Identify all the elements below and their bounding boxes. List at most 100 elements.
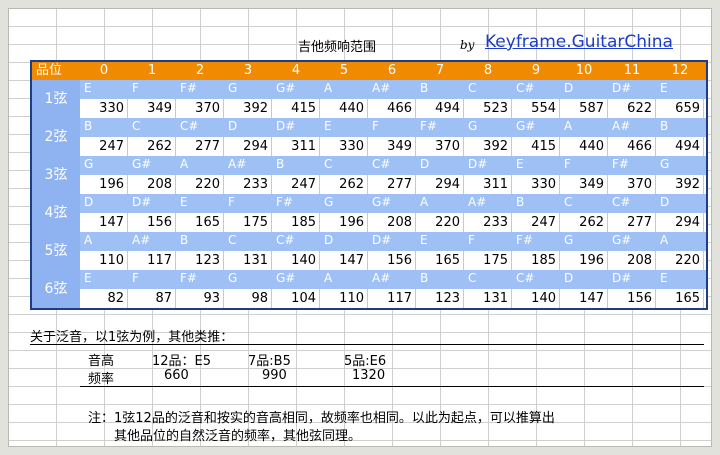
note-cell: D# xyxy=(612,81,632,95)
note-cell: D xyxy=(228,119,238,133)
freq-cell: 147 xyxy=(99,215,124,230)
spreadsheet-sheet: 吉他频响范围 by Keyframe.GuitarChina 品位 0 1 2 3 4 5 6… xyxy=(0,0,720,455)
note-cell: G xyxy=(84,157,94,171)
freq-cell: 165 xyxy=(195,215,220,230)
freq-cell: 110 xyxy=(339,291,364,306)
cell-divider xyxy=(703,99,704,118)
note-cell: A# xyxy=(372,81,391,95)
note-cell: A xyxy=(420,195,429,209)
note-cell: G# xyxy=(132,157,152,171)
note-cell: C# xyxy=(372,157,391,171)
freq-cell: 220 xyxy=(675,253,700,268)
string-row-6: 6弦 E F F# G G# A A# B C C# D D# E 82 87 93 98 104 110 117 123… xyxy=(32,270,706,308)
freq-cell: 208 xyxy=(627,253,652,268)
note-cell: G xyxy=(228,271,238,285)
freq-cell: 233 xyxy=(483,215,508,230)
freq-cell: 440 xyxy=(579,139,604,154)
freq-cell: 233 xyxy=(243,177,268,192)
note-cell: A# xyxy=(372,271,391,285)
note-cell: B xyxy=(84,119,93,133)
note-cell: C# xyxy=(516,271,535,285)
note-band: B C C# D D# E F F# G G# A A# B xyxy=(80,118,706,137)
freq-cell: 262 xyxy=(339,177,364,192)
freq-cell: 140 xyxy=(531,291,556,306)
freq-cell: 277 xyxy=(387,177,412,192)
fret-header-8: 8 xyxy=(483,63,493,78)
string-label: 5弦 xyxy=(32,232,80,270)
freq-cell: 277 xyxy=(627,215,652,230)
note-cell: A# xyxy=(132,233,151,247)
note-cell: F# xyxy=(516,233,533,247)
note-cell: A xyxy=(84,233,93,247)
freq-cell: 330 xyxy=(99,101,124,116)
freq-7: 990 xyxy=(262,368,287,383)
note-cell: C# xyxy=(180,119,199,133)
source-link[interactable]: Keyframe.GuitarChina xyxy=(485,32,673,52)
string-row-1: 1弦 E F F# G G# A A# B C C# D D# E 330 349 370 392 415 440 46… xyxy=(32,80,706,118)
note-cell: G xyxy=(324,195,334,209)
note-cell: F xyxy=(468,233,475,247)
freq-cell: 330 xyxy=(531,177,556,192)
by-text: by xyxy=(460,38,475,52)
note-cell: B xyxy=(180,233,189,247)
freq-5: 1320 xyxy=(352,368,386,383)
freq-cell: 147 xyxy=(339,253,364,268)
freq-cell: 175 xyxy=(243,215,268,230)
freq-cell: 392 xyxy=(483,139,508,154)
harmonic-intro: 关于泛音，以1弦为例，其他类推： xyxy=(30,330,234,345)
freq-cell: 554 xyxy=(531,101,556,116)
pitch-12: 12品：E5 xyxy=(152,354,212,369)
freq-cell: 523 xyxy=(483,101,508,116)
freq-cell: 370 xyxy=(627,177,652,192)
note-cell: E xyxy=(84,271,92,285)
note-cell: B xyxy=(420,271,429,285)
fret-header-7: 7 xyxy=(435,63,445,78)
note-cell: E xyxy=(516,157,524,171)
note-cell: C# xyxy=(516,81,535,95)
note-cell: C# xyxy=(612,195,631,209)
freq-cell: 349 xyxy=(387,139,412,154)
cell-divider xyxy=(703,289,704,308)
note-cell: E xyxy=(660,81,668,95)
note-cell: A xyxy=(180,157,189,171)
freq-cell: 87 xyxy=(155,291,172,306)
freq-cell: 294 xyxy=(435,177,460,192)
freq-cell: 131 xyxy=(243,253,268,268)
fret-header-label: 品位 xyxy=(36,63,63,78)
freq-cell: 156 xyxy=(627,291,652,306)
note-cell: A# xyxy=(612,119,631,133)
note-cell: G# xyxy=(276,271,296,285)
freq-cell: 196 xyxy=(339,215,364,230)
note-cell: C# xyxy=(276,233,295,247)
string-row-4: 4弦 D D# E F F# G G# A A# B C C# D 147 156 165 175 185 196 20… xyxy=(32,194,706,232)
fret-header-9: 9 xyxy=(531,63,541,78)
note-cell: F xyxy=(132,271,139,285)
footnote: 注：1弦12品的泛音和按实的音高相同，故频率也相同。以此为起点，可以推算出 其他… xyxy=(88,410,688,446)
note-cell: C xyxy=(468,81,477,95)
freq-cell: 277 xyxy=(195,139,220,154)
frequency-table: 品位 0 1 2 3 4 5 6 7 8 9 10 11 12 1弦 E F F# G G# A A# B C C# D D# E 3… xyxy=(30,60,708,310)
freq-cell: 262 xyxy=(579,215,604,230)
freq-cell: 440 xyxy=(339,101,364,116)
note-cell: C xyxy=(564,195,573,209)
note-cell: B xyxy=(516,195,525,209)
freq-cell: 165 xyxy=(675,291,700,306)
freq-cell: 349 xyxy=(579,177,604,192)
note-cell: G# xyxy=(276,81,296,95)
freq-cell: 156 xyxy=(147,215,172,230)
cell-divider xyxy=(703,175,704,194)
note-cell: C xyxy=(324,157,333,171)
note-band: E F F# G G# A A# B C C# D D# E xyxy=(80,80,706,99)
freq-cell: 185 xyxy=(531,253,556,268)
note-cell: B xyxy=(276,157,285,171)
freq-cell: 262 xyxy=(147,139,172,154)
freq-cell: 311 xyxy=(291,139,316,154)
freq-cell: 415 xyxy=(531,139,556,154)
freq-cell: 117 xyxy=(387,291,412,306)
note-cell: D# xyxy=(276,119,296,133)
note-cell: D# xyxy=(612,271,632,285)
fret-header-row: 品位 0 1 2 3 4 5 6 7 8 9 10 11 12 xyxy=(32,62,706,80)
fret-header-10: 10 xyxy=(575,63,593,78)
freq-label: 频率 xyxy=(88,372,115,387)
freq-cell: 330 xyxy=(339,139,364,154)
